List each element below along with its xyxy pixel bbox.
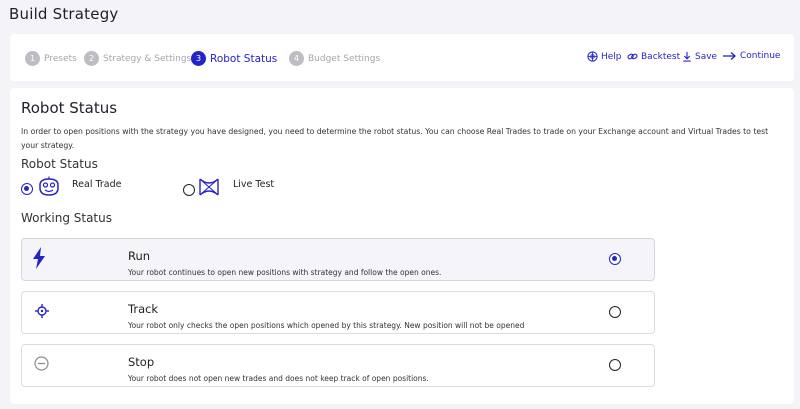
save-label: Save xyxy=(695,51,718,62)
page-title: Build Strategy xyxy=(9,5,119,23)
step-number: 1 xyxy=(25,51,40,66)
track-radio[interactable] xyxy=(609,306,621,318)
step-budget-settings[interactable]: 4 Budget Settings xyxy=(289,51,380,66)
option-title: Run xyxy=(128,249,151,263)
save-button[interactable]: Save xyxy=(682,51,717,62)
option-title: Stop xyxy=(128,355,155,369)
run-radio[interactable] xyxy=(609,253,621,265)
crossed-loop-icon xyxy=(199,178,219,196)
live-test-radio[interactable] xyxy=(183,184,195,196)
working-option-stop[interactable]: Stop Your robot does not open new trades… xyxy=(21,344,655,387)
arrow-right-icon xyxy=(723,52,736,60)
backtest-label: Backtest xyxy=(641,51,681,62)
robot-face-icon xyxy=(39,176,59,196)
live-test-label: Live Test xyxy=(233,179,275,190)
step-number: 4 xyxy=(289,51,304,66)
help-icon xyxy=(587,51,598,62)
section-description: In order to open positions with the stra… xyxy=(21,127,769,150)
continue-button[interactable]: Continue xyxy=(722,51,780,61)
step-presets[interactable]: 1 Presets xyxy=(25,51,77,66)
continue-label: Continue xyxy=(740,51,781,61)
working-option-run[interactable]: Run Your robot continues to open new pos… xyxy=(21,238,655,281)
help-label: Help xyxy=(601,51,622,62)
backtest-button[interactable]: Backtest xyxy=(627,51,680,62)
option-title: Track xyxy=(128,302,159,316)
step-bar: 1 Presets 2 Strategy & Settings 3 Robot … xyxy=(10,34,794,81)
robot-status-card: Robot Status In order to open positions … xyxy=(10,88,794,404)
section-title: Robot Status xyxy=(21,99,118,117)
step-label: Strategy & Settings xyxy=(103,53,192,64)
stop-radio[interactable] xyxy=(609,359,621,371)
option-description: Your robot only checks the open position… xyxy=(128,321,525,330)
step-number: 2 xyxy=(84,51,99,66)
option-description: Your robot does not open new trades and … xyxy=(128,374,429,383)
step-robot-status[interactable]: 3 Robot Status xyxy=(191,51,277,66)
help-button[interactable]: Help xyxy=(587,51,622,62)
working-status-subheading: Working Status xyxy=(21,211,112,225)
step-strategy-settings[interactable]: 2 Strategy & Settings xyxy=(84,51,191,66)
crosshair-icon xyxy=(35,304,49,318)
step-label: Robot Status xyxy=(210,52,278,65)
step-label: Presets xyxy=(44,53,77,64)
link-icon xyxy=(627,53,638,60)
option-description: Your robot continues to open new positio… xyxy=(128,268,442,277)
working-option-track[interactable]: Track Your robot only checks the open po… xyxy=(21,291,655,334)
step-number: 3 xyxy=(191,51,206,66)
lightning-icon xyxy=(33,247,45,269)
download-icon xyxy=(683,51,691,62)
minus-circle-icon xyxy=(34,356,49,371)
real-trade-label: Real Trade xyxy=(72,179,122,190)
real-trade-radio[interactable] xyxy=(21,183,33,195)
robot-status-subheading: Robot Status xyxy=(21,157,98,171)
step-label: Budget Settings xyxy=(308,53,381,64)
